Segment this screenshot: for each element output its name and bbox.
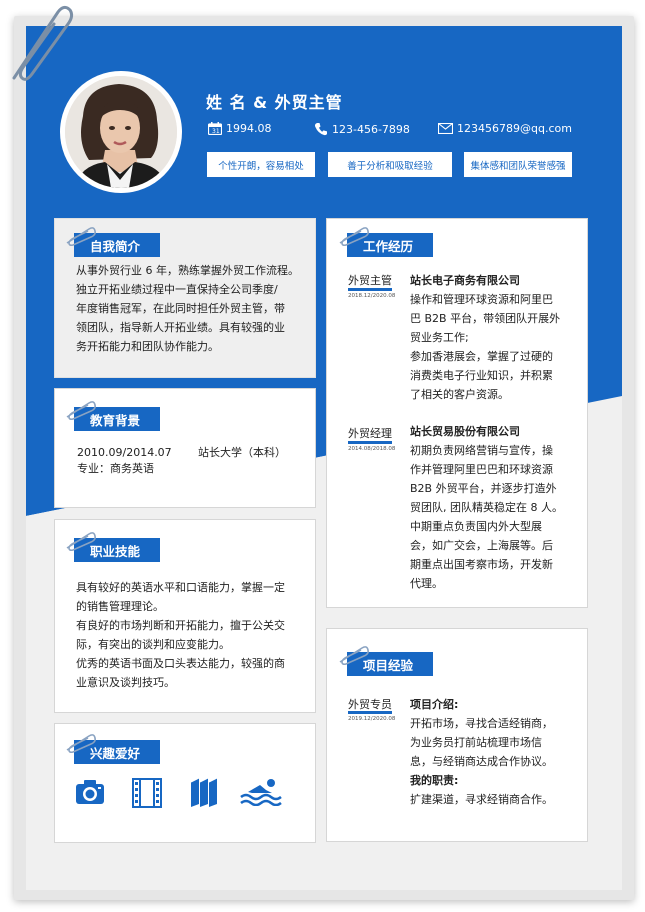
self-intro-text: 从事外贸行业 6 年，熟练掌握外贸工作流程。 独立开拓业绩过程中一直保持全公司季… — [76, 261, 312, 356]
resume-sheet: 姓 名 & 外贸主管 31 1994.08 123-456-7898 12345… — [26, 26, 622, 890]
avatar — [65, 76, 177, 188]
project-role: 外贸专员 — [348, 698, 392, 711]
self-intro-line: 领团队，指导新人开拓业绩。具有较强的业 — [76, 321, 285, 334]
calendar-icon: 31 — [208, 122, 222, 135]
skills-text: 具有较好的英语水平和口语能力，掌握一定 的销售管理理论。 有良好的市场判断和开拓… — [76, 578, 312, 692]
job-line: 初期负责网络营销与宣传，操 — [410, 444, 553, 457]
skills-line: 的销售管理理论。 — [76, 600, 164, 613]
phone-number: 123-456-7898 — [332, 122, 410, 136]
swimming-icon — [240, 779, 282, 806]
job-line: 会，如广交会，上海展等。后 — [410, 539, 553, 552]
education-major: 专业：商务英语 — [77, 462, 154, 475]
skills-line: 业意识及谈判技巧。 — [76, 676, 175, 689]
birth-info: 31 1994.08 — [208, 122, 272, 135]
project-date: 2019.12/2020.08 — [348, 716, 396, 722]
paperclip-icon — [66, 734, 96, 754]
mail-icon — [438, 123, 453, 134]
job-company: 站长电子商务有限公司 — [410, 274, 520, 287]
project-underline — [348, 711, 392, 714]
books-icon — [190, 777, 218, 807]
svg-text:31: 31 — [212, 128, 220, 135]
job-line: 操作和管理环球资源和阿里巴 — [410, 293, 553, 306]
job-role: 外贸经理 — [348, 427, 392, 440]
project-line: 扩建渠道，寻求经销商合作。 — [410, 793, 553, 806]
job-line: 参加香港展会，掌握了过硬的 — [410, 350, 553, 363]
job-line: 代理。 — [410, 577, 443, 590]
job-line: 巴 B2B 平台，带领团队开展外 — [410, 312, 561, 325]
job-line: B2B 外贸平台，并逐步打造外 — [410, 482, 557, 495]
job-company: 站长贸易股份有限公司 — [410, 425, 520, 438]
project-line: 为业务员打前站梳理市场信 — [410, 736, 542, 749]
job-line: 消费类电子行业知识，并积累 — [410, 369, 553, 382]
skills-line: 际，有突出的谈判和应变能力。 — [76, 638, 230, 651]
job-underline — [348, 288, 392, 291]
job-detail: 站长贸易股份有限公司 初期负责网络营销与宣传，操 作并管理阿里巴巴和环球资源 B… — [410, 422, 582, 593]
job-line: 期重点出国考察市场，开发新 — [410, 558, 553, 571]
job-line: 了相关的客户资源。 — [410, 388, 509, 401]
job-underline — [348, 441, 392, 444]
job-date: 2018.12/2020.08 — [348, 293, 396, 299]
tag-learning: 善于分析和吸取经验 — [328, 152, 452, 177]
phone-icon — [314, 123, 327, 136]
job-line: 贸团队, 团队精英稳定在 8 人。 — [410, 501, 563, 514]
paperclip-icon — [12, 5, 74, 81]
project-line: 开拓市场，寻找合适经销商， — [410, 717, 553, 730]
self-intro-line: 年度销售冠军，在此同时担任外贸主管，带 — [76, 302, 285, 315]
project-line: 息，与经销商达成合作协议。 — [410, 755, 553, 768]
skills-line: 优秀的英语书面及口头表达能力，较强的商 — [76, 657, 285, 670]
email-address: 123456789@qq.com — [457, 122, 572, 135]
paperclip-icon — [339, 646, 369, 666]
tag-teamwork: 集体感和团队荣誉感强 — [464, 152, 572, 177]
project-detail: 项目介绍: 开拓市场，寻找合适经销商， 为业务员打前站梳理市场信 息，与经销商达… — [410, 695, 582, 809]
paperclip-icon — [66, 227, 96, 247]
phone-info: 123-456-7898 — [314, 122, 410, 136]
tag-personality: 个性开朗，容易相处 — [207, 152, 315, 177]
education-school: 站长大学（本科） — [198, 446, 286, 459]
skills-line: 具有较好的英语水平和口语能力，掌握一定 — [76, 581, 285, 594]
skills-line: 有良好的市场判断和开拓能力，擅于公关交 — [76, 619, 285, 632]
job-detail: 站长电子商务有限公司 操作和管理环球资源和阿里巴 巴 B2B 平台，带领团队开展… — [410, 271, 582, 404]
email-info: 123456789@qq.com — [438, 122, 572, 135]
job-line: 中期重点负责国内外大型展 — [410, 520, 542, 533]
film-icon — [132, 778, 162, 808]
self-intro-line: 从事外贸行业 6 年，熟练掌握外贸工作流程。 — [76, 264, 299, 277]
camera-icon — [76, 780, 104, 804]
self-intro-line: 务开拓能力和团队协作能力。 — [76, 340, 219, 353]
job-line: 作并管理阿里巴巴和环球资源 — [410, 463, 553, 476]
project-duty-label: 我的职责: — [410, 774, 459, 787]
job-line: 贸业务工作; — [410, 331, 469, 344]
birth-date: 1994.08 — [226, 122, 272, 135]
self-intro-line: 独立开拓业绩过程中一直保持全公司季度/ — [76, 283, 278, 296]
project-intro-label: 项目介绍: — [410, 698, 459, 711]
paperclip-icon — [66, 532, 96, 552]
job-role: 外贸主管 — [348, 274, 392, 287]
name-title: 姓 名 & 外贸主管 — [206, 93, 343, 112]
paperclip-icon — [339, 227, 369, 247]
paperclip-icon — [66, 401, 96, 421]
job-date: 2014.08/2018.08 — [348, 446, 396, 452]
